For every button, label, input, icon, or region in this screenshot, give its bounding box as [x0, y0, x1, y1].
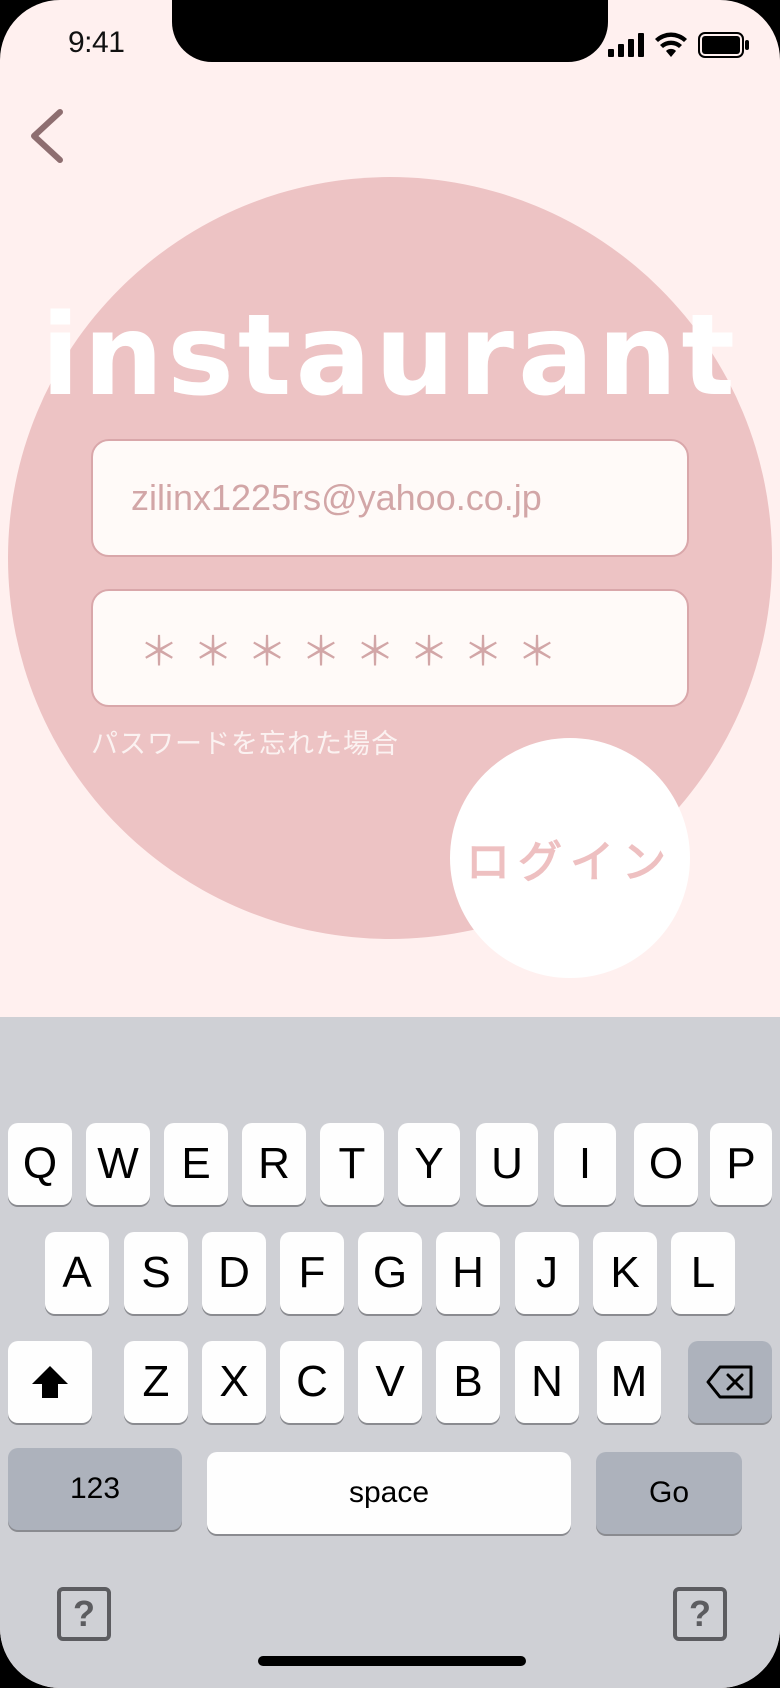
- key-l[interactable]: L: [671, 1232, 735, 1314]
- key-w[interactable]: W: [86, 1123, 150, 1205]
- key-z[interactable]: Z: [124, 1341, 188, 1423]
- key-a[interactable]: A: [45, 1232, 109, 1314]
- shift-arrow-icon: [32, 1366, 68, 1398]
- key-j[interactable]: J: [515, 1232, 579, 1314]
- login-button-label: ログイン: [466, 838, 674, 887]
- key-c[interactable]: C: [280, 1341, 344, 1423]
- key-x[interactable]: X: [202, 1341, 266, 1423]
- key-k[interactable]: K: [593, 1232, 657, 1314]
- phone-screen: 9:41 instaurant zilinx1225rs@yahoo.co.jp: [0, 0, 780, 1688]
- key-q[interactable]: Q: [8, 1123, 72, 1205]
- password-mask: ＊＊＊＊＊＊＊＊: [139, 630, 571, 674]
- status-icons: [608, 30, 750, 60]
- backspace-icon: [706, 1365, 753, 1399]
- key-p[interactable]: P: [710, 1123, 772, 1205]
- password-field[interactable]: ＊＊＊＊＊＊＊＊: [91, 589, 689, 707]
- email-value: zilinx1225rs@yahoo.co.jp: [131, 477, 542, 518]
- emoji-keyboard-icon[interactable]: ?: [57, 1587, 111, 1641]
- status-time: 9:41: [68, 26, 125, 59]
- app-logo: instaurant: [41, 291, 739, 421]
- key-s[interactable]: S: [124, 1232, 188, 1314]
- key-t[interactable]: T: [320, 1123, 384, 1205]
- go-key[interactable]: Go: [596, 1452, 742, 1534]
- key-v[interactable]: V: [358, 1341, 422, 1423]
- key-u[interactable]: U: [476, 1123, 538, 1205]
- device-notch: [172, 0, 608, 62]
- key-i[interactable]: I: [554, 1123, 616, 1205]
- numbers-key[interactable]: 123: [8, 1448, 182, 1530]
- space-key[interactable]: space: [207, 1452, 571, 1534]
- forgot-password-link[interactable]: パスワードを忘れた場合: [91, 722, 399, 761]
- home-indicator[interactable]: [258, 1656, 526, 1666]
- key-g[interactable]: G: [358, 1232, 422, 1314]
- key-y[interactable]: Y: [398, 1123, 460, 1205]
- key-o[interactable]: O: [634, 1123, 698, 1205]
- key-h[interactable]: H: [436, 1232, 500, 1314]
- shift-key[interactable]: [8, 1341, 92, 1423]
- back-button[interactable]: [26, 106, 70, 166]
- cellular-signal-icon: [608, 33, 644, 57]
- battery-icon: [698, 32, 749, 58]
- keyboard: Q W E R T Y U I O P A S D F G H J K L Z …: [0, 1017, 780, 1688]
- wifi-icon: [655, 32, 687, 57]
- key-m[interactable]: M: [597, 1341, 661, 1423]
- key-b[interactable]: B: [436, 1341, 500, 1423]
- login-button[interactable]: ログイン: [450, 738, 690, 978]
- key-r[interactable]: R: [242, 1123, 306, 1205]
- email-field[interactable]: zilinx1225rs@yahoo.co.jp: [91, 439, 689, 557]
- delete-key[interactable]: [688, 1341, 772, 1423]
- dictation-icon[interactable]: ?: [673, 1587, 727, 1641]
- key-n[interactable]: N: [515, 1341, 579, 1423]
- chevron-left-icon: [31, 109, 63, 163]
- key-e[interactable]: E: [164, 1123, 228, 1205]
- key-d[interactable]: D: [202, 1232, 266, 1314]
- key-f[interactable]: F: [280, 1232, 344, 1314]
